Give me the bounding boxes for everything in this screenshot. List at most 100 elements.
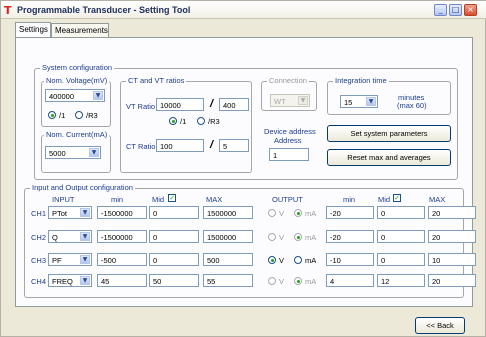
device-address-input[interactable]: 1 — [269, 148, 309, 161]
output-ma-label: mA — [305, 277, 317, 286]
app-window: T Programmable Transducer - Setting Tool… — [0, 0, 486, 337]
minimize-button[interactable]: _ — [434, 4, 447, 16]
channel-input-value: PTot — [52, 209, 68, 218]
nom-voltage-value: 400000 — [49, 92, 75, 101]
output-min-field[interactable]: -20 — [326, 230, 374, 243]
input-max-field[interactable]: 55 — [203, 274, 253, 287]
output-mid-field[interactable]: 0 — [377, 253, 425, 266]
input-mid-field[interactable]: 0 — [149, 253, 199, 266]
vt-ratio-separator: / — [210, 98, 214, 110]
back-button[interactable]: << Back — [415, 317, 465, 334]
io-configuration-title: Input and Output configuration — [30, 183, 135, 192]
integration-max-label: (max 60) — [397, 101, 427, 110]
vt-ratio-r3-radio[interactable] — [197, 117, 205, 125]
ct-ratio-denominator-input[interactable]: 5 — [219, 139, 249, 152]
input-mid-checkbox[interactable]: ✓ — [168, 194, 176, 202]
output-max-field[interactable]: 10 — [428, 253, 476, 266]
nom-voltage-select[interactable]: 400000 ▼ — [45, 89, 105, 102]
output-ma-radio[interactable] — [294, 209, 302, 217]
set-system-parameters-button[interactable]: Set system parameters — [327, 125, 451, 142]
input-mid-field[interactable]: 0 — [149, 230, 199, 243]
output-min-header: min — [343, 195, 356, 204]
nom-voltage-group: Nom. Voltage(mV) 400000 ▼ /1 /R3 — [41, 76, 111, 127]
ct-ratio-label: CT Ratio — [126, 142, 156, 151]
ct-vt-ratios-title: CT and VT ratios — [126, 76, 187, 85]
output-min-field[interactable]: -10 — [326, 253, 374, 266]
chevron-down-icon: ▼ — [298, 96, 308, 105]
chevron-down-icon: ▼ — [89, 148, 99, 157]
nom-current-group: Nom. Current(mA) 5000 ▼ — [41, 130, 111, 173]
tab-settings[interactable]: Settings — [15, 22, 51, 37]
output-min-field[interactable]: -20 — [326, 206, 374, 219]
output-v-label: V — [279, 277, 285, 286]
channel-input-select[interactable]: FREQ ▼ — [48, 274, 92, 287]
channel-input-select[interactable]: PF ▼ — [48, 253, 92, 266]
vt-ratio-r3-label: /R3 — [208, 117, 220, 126]
input-min-field[interactable]: 45 — [97, 274, 147, 287]
output-max-field[interactable]: 20 — [428, 230, 476, 243]
input-max-header: MAX — [206, 195, 223, 204]
device-address-label: Device address — [264, 127, 316, 136]
title-bar: T Programmable Transducer - Setting Tool… — [1, 1, 486, 19]
vt-ratio-denominator-input[interactable]: 400 — [219, 98, 249, 111]
maximize-button[interactable]: □ — [449, 4, 462, 16]
nom-voltage-ratio-r3-radio[interactable] — [75, 111, 83, 119]
io-configuration-group: Input and Output configuration INPUT min… — [24, 183, 476, 298]
input-header: INPUT — [52, 195, 75, 204]
channel-label: CH2 — [31, 233, 47, 242]
tab-measurements[interactable]: Measurements — [51, 23, 109, 37]
channel-input-select[interactable]: Q ▼ — [48, 230, 92, 243]
output-v-radio[interactable] — [268, 233, 276, 241]
channel-input-value: FREQ — [52, 277, 73, 286]
output-ma-radio[interactable] — [294, 277, 302, 285]
app-icon: T — [4, 4, 12, 17]
input-max-field[interactable]: 1500000 — [203, 206, 253, 219]
input-mid-field[interactable]: 50 — [149, 274, 199, 287]
channel-input-value: Q — [52, 233, 58, 242]
channel-input-select[interactable]: PTot ▼ — [48, 206, 92, 219]
close-button[interactable]: × — [464, 4, 477, 16]
output-v-label: V — [279, 233, 285, 242]
settings-panel: System configuration Nom. Voltage(mV) 40… — [15, 37, 476, 307]
output-mid-field[interactable]: 0 — [377, 230, 425, 243]
channel-label: CH4 — [31, 277, 47, 286]
address-label: Address — [274, 136, 302, 145]
output-max-field[interactable]: 20 — [428, 274, 476, 287]
output-v-radio[interactable] — [268, 277, 276, 285]
channel-label: CH1 — [31, 209, 47, 218]
output-ma-radio[interactable] — [294, 233, 302, 241]
output-mid-field[interactable]: 12 — [377, 274, 425, 287]
integration-time-select[interactable]: 15 ▼ — [340, 95, 378, 108]
ct-ratio-numerator-input[interactable]: 100 — [156, 139, 204, 152]
nom-voltage-ratio-1-label: /1 — [59, 111, 66, 120]
nom-voltage-ratio-r3-label: /R3 — [86, 111, 98, 120]
chevron-down-icon: ▼ — [80, 255, 90, 264]
connection-select[interactable]: WT ▼ — [270, 94, 310, 107]
output-ma-radio[interactable] — [294, 256, 302, 264]
output-v-radio[interactable] — [268, 209, 276, 217]
input-max-field[interactable]: 500 — [203, 253, 253, 266]
vt-ratio-1-label: /1 — [180, 117, 187, 126]
output-mid-field[interactable]: 0 — [377, 206, 425, 219]
input-min-field[interactable]: -1500000 — [97, 206, 147, 219]
nom-voltage-ratio-1-radio[interactable] — [48, 111, 56, 119]
output-mid-checkbox[interactable]: ✓ — [393, 194, 401, 202]
output-v-radio[interactable] — [268, 256, 276, 264]
output-ma-label: mA — [305, 233, 317, 242]
vt-ratio-1-radio[interactable] — [169, 117, 177, 125]
input-max-field[interactable]: 1500000 — [203, 230, 253, 243]
input-mid-field[interactable]: 0 — [149, 206, 199, 219]
chevron-down-icon: ▼ — [366, 97, 376, 106]
input-min-field[interactable]: -500 — [97, 253, 147, 266]
nom-current-value: 5000 — [49, 149, 66, 158]
input-min-field[interactable]: -1500000 — [97, 230, 147, 243]
nom-current-select[interactable]: 5000 ▼ — [45, 146, 101, 159]
ct-vt-ratios-group: CT and VT ratios VT Ratio 10000 / 400 /1… — [120, 76, 252, 173]
reset-max-averages-button[interactable]: Reset max and averages — [327, 149, 451, 166]
connection-title: Connection — [267, 76, 309, 85]
output-min-field[interactable]: 4 — [326, 274, 374, 287]
output-max-field[interactable]: 20 — [428, 206, 476, 219]
vt-ratio-numerator-input[interactable]: 10000 — [156, 98, 204, 111]
integration-time-group: Integration time 15 ▼ minutes (max 60) — [327, 76, 451, 115]
connection-group: Connection WT ▼ — [261, 76, 317, 111]
